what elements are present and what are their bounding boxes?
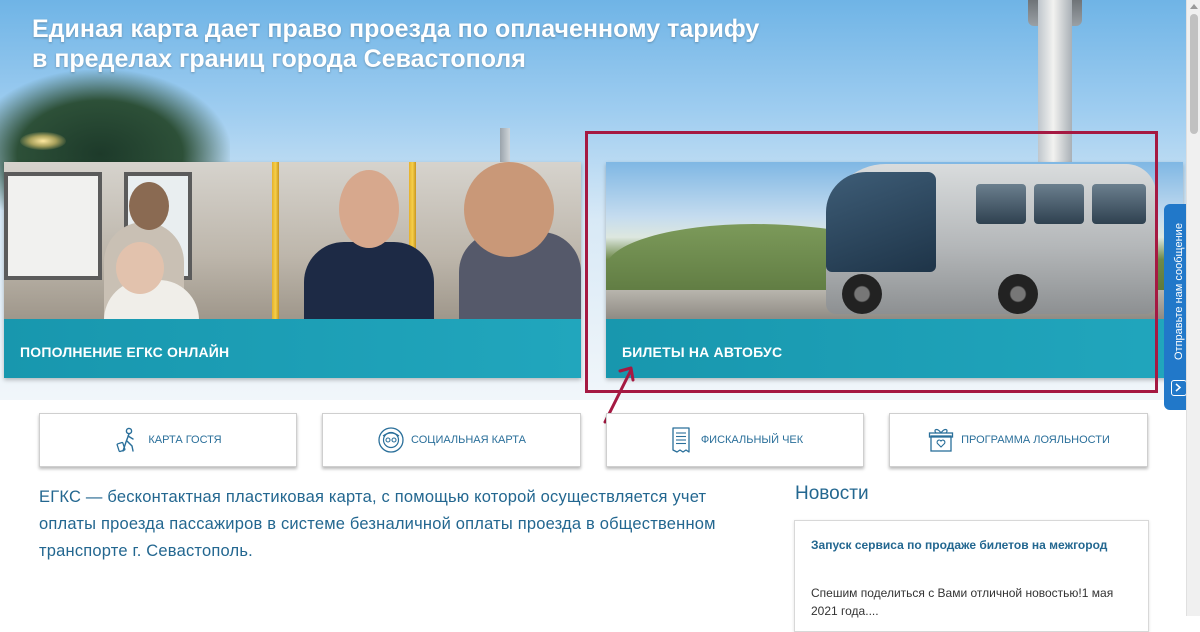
bus-handrail xyxy=(272,162,279,319)
fiscal-receipt-button[interactable]: ФИСКАЛЬНЫЙ ЧЕК xyxy=(606,413,864,467)
coach-bus-window xyxy=(1034,184,1084,224)
social-card-label: СОЦИАЛЬНАЯ КАРТА xyxy=(411,434,526,446)
coach-bus-window xyxy=(1092,184,1146,224)
intro-paragraph: ЕГКС — бесконтактная пластиковая карта, … xyxy=(39,488,716,560)
fiscal-receipt-label: ФИСКАЛЬНЫЙ ЧЕК xyxy=(700,434,804,446)
news-heading: Новости xyxy=(795,483,869,504)
guest-card-label: КАРТА ГОСТЯ xyxy=(148,434,222,446)
hero-title-line-1: Единая карта дает право проезда по оплач… xyxy=(32,15,760,43)
card-photo-passengers xyxy=(4,162,581,319)
receipt-icon xyxy=(672,427,690,453)
news-item-excerpt: Спешим поделиться с Вами отличной новост… xyxy=(811,586,1114,618)
news-card: Запуск сервиса по продаже билетов на меж… xyxy=(794,520,1149,632)
coach-bus-window xyxy=(976,184,1026,224)
loyalty-program-button[interactable]: ПРОГРАММА ЛОЯЛЬНОСТИ xyxy=(889,413,1148,467)
coach-bus-wheel xyxy=(842,274,882,314)
passenger xyxy=(129,182,169,230)
card-label: БИЛЕТЫ НА АВТОБУС xyxy=(606,319,1183,378)
passenger xyxy=(304,242,434,319)
card-top-up-online[interactable]: ПОПОЛНЕНИЕ ЕГКС ОНЛАЙН xyxy=(4,162,581,378)
coach-bus-wheel xyxy=(998,274,1038,314)
bus-window xyxy=(4,172,102,280)
page-scrollbar[interactable] xyxy=(1186,0,1200,616)
hero-title: Единая карта дает право проезда по оплач… xyxy=(32,14,792,74)
hero-monument-column xyxy=(1038,0,1072,166)
scrollbar-thumb[interactable] xyxy=(1190,14,1198,134)
coach-bus-windshield xyxy=(826,172,936,272)
card-photo-bus xyxy=(606,162,1183,319)
hero-street-lamp xyxy=(20,132,66,150)
guest-card-button[interactable]: КАРТА ГОСТЯ xyxy=(39,413,297,467)
card-label: ПОПОЛНЕНИЕ ЕГКС ОНЛАЙН xyxy=(4,319,581,378)
chat-arrow-icon xyxy=(1171,380,1187,396)
hero-title-line-2: в пределах границ города Севастополя xyxy=(32,45,526,73)
social-card-button[interactable]: СОЦИАЛЬНАЯ КАРТА xyxy=(322,413,581,467)
card-bus-tickets[interactable]: БИЛЕТЫ НА АВТОБУС xyxy=(606,162,1183,378)
passenger xyxy=(339,170,399,248)
traveler-luggage-icon xyxy=(116,427,135,453)
gift-box-icon xyxy=(928,428,954,452)
passenger xyxy=(464,162,554,257)
elderly-person-icon xyxy=(378,427,404,453)
loyalty-program-label: ПРОГРАММА ЛОЯЛЬНОСТИ xyxy=(961,434,1110,446)
passenger xyxy=(116,242,164,294)
news-item-title[interactable]: Запуск сервиса по продаже билетов на меж… xyxy=(811,538,1107,552)
scroll-up-arrow-icon[interactable] xyxy=(1190,4,1198,9)
